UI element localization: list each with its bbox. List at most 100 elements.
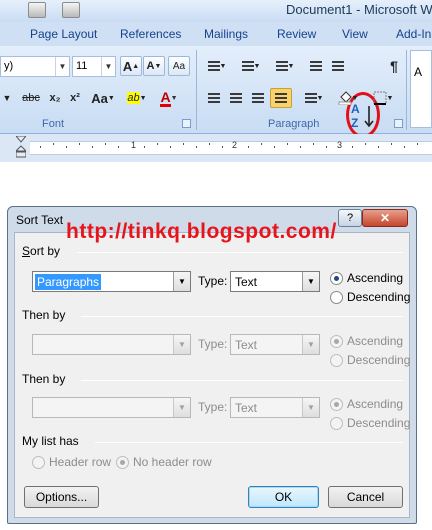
ruler-tick (92, 146, 93, 148)
radio-icon (330, 353, 343, 367)
ruler-number: 3 (337, 140, 343, 150)
ruler-number: 2 (232, 140, 238, 150)
ruler-number: 1 (131, 140, 137, 150)
font-name-combo[interactable]: y) ▼ (0, 56, 70, 77)
ruler-tick (417, 143, 418, 145)
tab-references[interactable]: References (120, 27, 181, 41)
horizontal-ruler[interactable]: 1 2 3 (0, 134, 432, 162)
paint-bucket-icon (338, 91, 352, 105)
ruler-strip (30, 141, 432, 155)
sort-by-descending-radio[interactable]: Descending (330, 290, 410, 304)
ruler-tick (183, 143, 184, 145)
ruler-tick (404, 146, 405, 148)
radio-icon (330, 416, 343, 430)
cancel-button[interactable]: Cancel (328, 486, 403, 508)
then-by-1-type-label: Type: (198, 337, 228, 351)
change-case-button[interactable]: Aa ▼ (90, 88, 116, 108)
show-formatting-marks-button[interactable]: ¶ (384, 56, 404, 76)
paragraph-dialog-launcher-icon[interactable] (394, 119, 403, 128)
sort-text-dialog: Sort Text ? ✕ Sort by Paragraphs ▼ Type:… (7, 206, 417, 524)
align-center-button[interactable] (226, 88, 246, 108)
dropdown-arrow-icon: ▼ (173, 272, 190, 291)
multilevel-list-button[interactable]: ▼ (270, 56, 300, 76)
title-bar: Document1 - Microsoft Wo (0, 0, 432, 22)
group-separator (196, 50, 197, 130)
numbering-button[interactable]: ▼ (236, 56, 266, 76)
quick-access-button[interactable] (62, 2, 80, 18)
ruler-tick (326, 146, 327, 148)
ruler-tick (79, 143, 80, 145)
borders-button[interactable]: ▼ (368, 88, 398, 108)
dropdown-arrow-icon: ▼ (302, 335, 319, 354)
shrink-font-button[interactable]: A ▼ (143, 56, 165, 76)
underline-dropdown-icon[interactable]: ▼ (0, 88, 14, 108)
tab-review[interactable]: Review (277, 27, 316, 41)
decrease-indent-button[interactable] (306, 56, 326, 76)
borders-icon (373, 91, 387, 105)
indent-marker-icon[interactable] (16, 136, 26, 158)
then-by-2-type-dropdown[interactable]: Text ▼ (230, 397, 320, 418)
radio-selected-icon (330, 334, 343, 348)
superscript-button[interactable]: x² (66, 88, 84, 108)
then-by-2-field-dropdown[interactable]: ▼ (32, 397, 191, 418)
tab-page-layout[interactable]: Page Layout (30, 27, 97, 41)
subscript-button[interactable]: x₂ (46, 88, 64, 108)
ok-button[interactable]: OK (248, 486, 319, 508)
align-left-button[interactable] (204, 88, 224, 108)
align-right-button[interactable] (248, 88, 268, 108)
styles-gallery[interactable]: A (410, 50, 432, 128)
then-by-1-field-dropdown[interactable]: ▼ (32, 334, 191, 355)
ruler-tick (196, 146, 197, 148)
highlight-button[interactable]: ab ▼ (124, 88, 150, 108)
justify-button[interactable] (270, 88, 292, 108)
section-divider (95, 442, 403, 443)
sort-by-value: Paragraphs (35, 274, 102, 290)
ruler-tick (105, 143, 106, 145)
ruler-tick (248, 146, 249, 148)
dropdown-arrow-icon: ▼ (173, 335, 190, 354)
close-button[interactable]: ✕ (362, 209, 408, 227)
sort-by-type-label: Type: (198, 274, 228, 288)
tab-view[interactable]: View (342, 27, 368, 41)
sort-by-ascending-radio[interactable]: Ascending (330, 271, 403, 285)
clear-formatting-button[interactable]: Aa (168, 56, 190, 76)
header-row-radio[interactable]: Header row (32, 455, 111, 469)
ruler-tick (300, 146, 301, 148)
sort-by-type-dropdown[interactable]: Text ▼ (230, 271, 320, 292)
ruler-tick (222, 146, 223, 148)
dropdown-arrow-icon: ▼ (302, 398, 319, 417)
grow-font-button[interactable]: A ▲ (120, 56, 142, 76)
bullets-button[interactable]: ▼ (202, 56, 232, 76)
strikethrough-button[interactable]: abc (18, 88, 44, 108)
help-button[interactable]: ? (338, 209, 362, 227)
options-button[interactable]: Options... (24, 486, 99, 508)
increase-indent-button[interactable] (328, 56, 348, 76)
tab-mailings[interactable]: Mailings (204, 27, 248, 41)
ruler-tick (365, 143, 366, 145)
tab-add-ins[interactable]: Add-In (396, 27, 431, 41)
ruler-tick (209, 143, 210, 145)
dialog-title: Sort Text (16, 213, 64, 227)
then-by-1-ascending-radio[interactable]: Ascending (330, 334, 403, 348)
quick-access-button[interactable] (28, 2, 46, 18)
font-color-button[interactable]: A ▼ (155, 88, 183, 108)
shading-button[interactable]: ▼ (334, 88, 362, 108)
ribbon-groups: y) ▼ 11 ▼ A ▲ A ▼ Aa ▼ abc x₂ x² Aa ▼ ab ▼ A ▼ … (0, 46, 432, 138)
sort-by-field-dropdown[interactable]: Paragraphs ▼ (32, 271, 191, 292)
font-dialog-launcher-icon[interactable] (182, 119, 191, 128)
then-by-2-descending-radio[interactable]: Descending (330, 416, 410, 430)
paragraph-group-label: Paragraph (268, 118, 320, 130)
ruler-tick (144, 146, 145, 148)
radio-icon (32, 455, 45, 469)
then-by-1-descending-radio[interactable]: Descending (330, 353, 410, 367)
no-header-row-radio[interactable]: No header row (116, 455, 212, 469)
font-size-combo[interactable]: 11 ▼ (72, 56, 116, 77)
then-by-1-type-dropdown[interactable]: Text ▼ (230, 334, 320, 355)
watermark-url: http://tinkq.blogspot.com/ (66, 220, 337, 243)
line-spacing-button[interactable]: ▼ (300, 88, 328, 108)
ruler-tick (391, 143, 392, 145)
ruler-tick (352, 146, 353, 148)
then-by-2-ascending-radio[interactable]: Ascending (330, 397, 403, 411)
radio-icon (330, 290, 343, 304)
then-by-2-label: Then by (22, 372, 66, 386)
